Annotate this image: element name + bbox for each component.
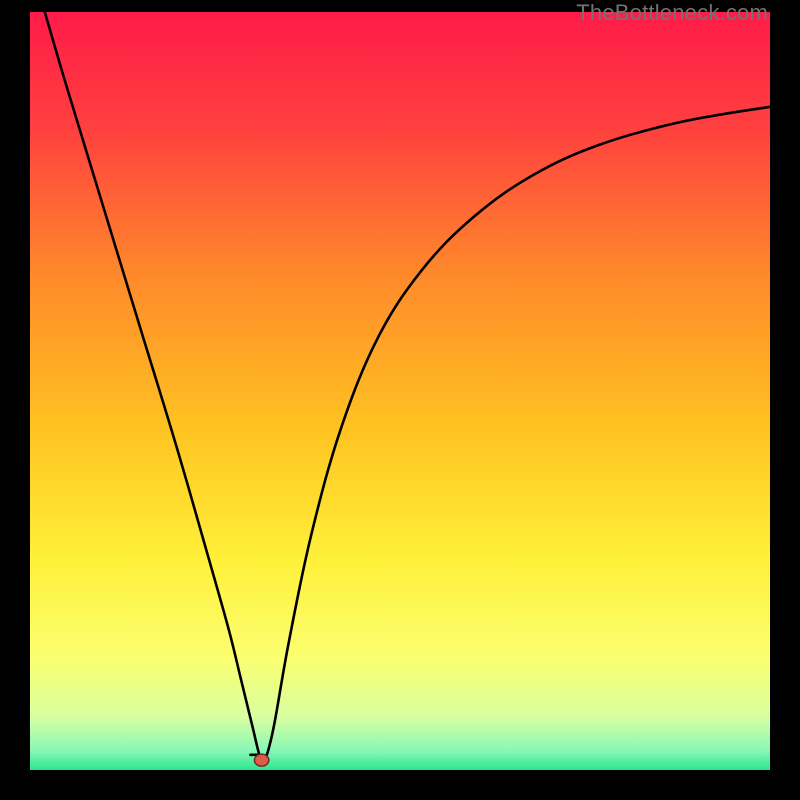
chart-frame: TheBottleneck.com	[0, 0, 800, 800]
bottleneck-curve	[45, 12, 770, 759]
plot-area	[30, 12, 770, 770]
watermark-text: TheBottleneck.com	[576, 0, 768, 26]
marker-dot	[254, 754, 268, 766]
chart-svg	[30, 12, 770, 770]
